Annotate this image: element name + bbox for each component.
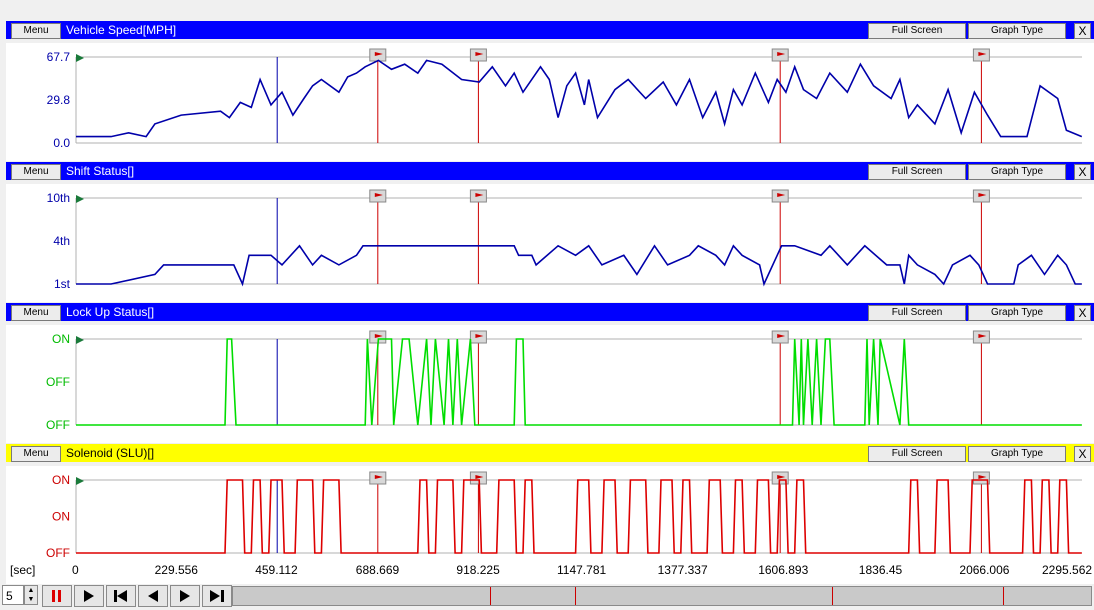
title-bar: Menu Lock Up Status[] Full Screen Graph … xyxy=(6,303,1094,321)
x-tick-label: 2295.562 xyxy=(1042,563,1093,577)
x-tick-label: 1377.337 xyxy=(657,563,708,577)
play-icon[interactable] xyxy=(74,585,104,607)
title-bar: Menu Vehicle Speed[MPH] Full Screen Grap… xyxy=(6,21,1094,39)
vehicle-speed-chart[interactable]: 67.7 29.8 0.0 xyxy=(6,43,1094,161)
x-tick-label: 918.225 xyxy=(456,563,500,577)
stop-icon[interactable] xyxy=(42,585,72,607)
full-screen-button[interactable]: Full Screen xyxy=(868,23,966,39)
graph-type-button[interactable]: Graph Type xyxy=(968,305,1066,321)
y-tick-label: 29.8 xyxy=(47,93,71,107)
x-tick-label: 0 xyxy=(72,563,79,577)
graph-type-button[interactable]: Graph Type xyxy=(968,23,1066,39)
x-tick-label: 2066.006 xyxy=(959,563,1010,577)
x-tick-label: 229.556 xyxy=(154,563,198,577)
step-forward-icon[interactable] xyxy=(170,585,200,607)
start-marker-icon xyxy=(76,54,84,62)
y-tick-label: OFF xyxy=(46,546,70,560)
y-tick-label: 1st xyxy=(54,277,71,291)
x-tick-label: 459.112 xyxy=(255,563,298,577)
timeline-event-mark xyxy=(575,587,577,605)
timeline-event-mark xyxy=(489,587,491,605)
y-tick-label: OFF xyxy=(46,418,70,432)
menu-button[interactable]: Menu xyxy=(11,305,61,321)
full-screen-button[interactable]: Full Screen xyxy=(868,305,966,321)
title-bar: Menu Solenoid (SLU)[] Full Screen Graph … xyxy=(6,444,1094,462)
step-spinner[interactable]: ▲ ▼ xyxy=(24,585,38,605)
x-axis-unit: [sec] xyxy=(10,563,36,577)
series-line xyxy=(76,59,1083,138)
panel-title: Shift Status[] xyxy=(66,164,135,178)
graph-type-button[interactable]: Graph Type xyxy=(968,164,1066,180)
panel-vehicle-speed: Menu Vehicle Speed[MPH] Full Screen Grap… xyxy=(6,21,1094,161)
start-marker-icon xyxy=(76,195,84,203)
bottom-bar: [sec] 0 229.556 459.112 688.669 918.225 1147.… xyxy=(0,559,1094,610)
solenoid-slu-chart[interactable]: ON ON OFF xyxy=(6,466,1094,563)
plot-area[interactable]: ON OFF OFF xyxy=(6,325,1094,443)
lock-up-status-chart[interactable]: ON OFF OFF xyxy=(6,325,1094,443)
y-tick-label: ON xyxy=(52,473,70,487)
y-tick-label: ON xyxy=(52,510,70,524)
x-tick-label: 1147.781 xyxy=(557,563,607,577)
y-tick-label: 0.0 xyxy=(53,136,70,150)
x-tick-label: 1836.45 xyxy=(858,563,903,577)
x-tick-label: 1606.893 xyxy=(758,563,809,577)
y-tick-label: ON xyxy=(52,332,70,346)
panel-lock-up-status: Menu Lock Up Status[] Full Screen Graph … xyxy=(6,303,1094,443)
panel-title: Vehicle Speed[MPH] xyxy=(66,23,177,37)
series-line xyxy=(76,479,1082,554)
start-marker-icon xyxy=(76,336,84,344)
y-tick-label: 67.7 xyxy=(47,50,71,64)
menu-button[interactable]: Menu xyxy=(11,446,61,462)
menu-button[interactable]: Menu xyxy=(11,164,61,180)
skip-start-icon[interactable] xyxy=(106,585,136,607)
close-button[interactable]: X xyxy=(1074,305,1091,321)
plot-area[interactable]: 67.7 29.8 0.0 xyxy=(6,43,1094,161)
timeline-scrollbar[interactable] xyxy=(232,586,1092,606)
close-button[interactable]: X xyxy=(1074,23,1091,39)
panel-title: Solenoid (SLU)[] xyxy=(66,446,155,460)
y-tick-label: 10th xyxy=(47,191,70,205)
step-value[interactable]: 5 xyxy=(2,585,24,605)
graph-type-button[interactable]: Graph Type xyxy=(968,446,1066,462)
series-line xyxy=(76,338,1082,426)
menu-button[interactable]: Menu xyxy=(11,23,61,39)
start-marker-icon xyxy=(76,477,84,485)
full-screen-button[interactable]: Full Screen xyxy=(868,446,966,462)
full-screen-button[interactable]: Full Screen xyxy=(868,164,966,180)
skip-end-icon[interactable] xyxy=(202,585,232,607)
series-line xyxy=(76,244,1082,287)
step-back-icon[interactable] xyxy=(138,585,168,607)
panel-shift-status: Menu Shift Status[] Full Screen Graph Ty… xyxy=(6,162,1094,302)
timeline-event-mark xyxy=(832,587,834,605)
plot-area[interactable]: 10th 4th 1st xyxy=(6,184,1094,302)
shift-status-chart[interactable]: 10th 4th 1st xyxy=(6,184,1094,302)
close-button[interactable]: X xyxy=(1074,164,1091,180)
close-button[interactable]: X xyxy=(1074,446,1091,462)
timeline-event-mark xyxy=(1003,587,1005,605)
y-tick-label: 4th xyxy=(53,234,70,248)
x-tick-label: 688.669 xyxy=(355,563,400,577)
panel-title: Lock Up Status[] xyxy=(66,305,155,319)
y-tick-label: OFF xyxy=(46,375,70,389)
title-bar: Menu Shift Status[] Full Screen Graph Ty… xyxy=(6,162,1094,180)
